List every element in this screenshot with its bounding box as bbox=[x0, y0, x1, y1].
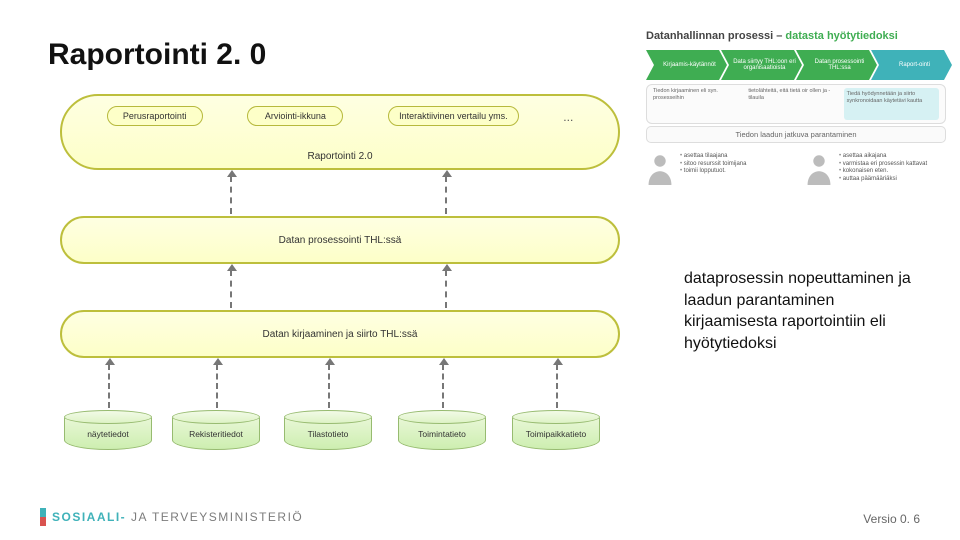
node-more: ... bbox=[563, 106, 573, 124]
logo-part-1: SOSIAALI- bbox=[52, 510, 126, 524]
raportointi2-label: Raportointi 2.0 bbox=[62, 151, 618, 162]
chev-raportointi: Raport-ointi bbox=[871, 50, 952, 80]
subcell-0: Tiedon kirjaaminen eli syn. prosesseihin bbox=[653, 88, 742, 120]
arrow-up-icon bbox=[230, 270, 232, 308]
arrow-up-icon bbox=[556, 364, 558, 408]
person-icon bbox=[805, 153, 833, 190]
person-bullet: toimii lopputuot. bbox=[680, 168, 746, 176]
arrow-up-icon bbox=[108, 364, 110, 408]
node-arviointi: Arviointi-ikkuna bbox=[247, 106, 343, 126]
arrow-up-icon bbox=[445, 270, 447, 308]
improve-bar: Tiedon laadun jatkuva parantaminen bbox=[646, 126, 946, 143]
person-row: asettaa tilaajana sitoo resurssit toimij… bbox=[646, 153, 946, 190]
stage-kirjaaminen: Datan kirjaaminen ja siirto THL:ssä bbox=[60, 310, 620, 358]
person-right: asettaa aikajana varmistaa eri prosessin… bbox=[805, 153, 946, 190]
logo-bar-icon bbox=[40, 508, 46, 526]
chev-kirjaamis: Kirjaamis-käytännöt bbox=[646, 50, 727, 80]
arrow-up-icon bbox=[328, 364, 330, 408]
main-diagram: Perusraportointi Arviointi-ikkuna Intera… bbox=[60, 90, 620, 470]
footer: SOSIAALI- JA TERVEYSMINISTERIÖ Versio 0.… bbox=[0, 508, 960, 526]
page-title: Raportointi 2. 0 bbox=[48, 38, 266, 72]
chev-siirto: Data siirtyy THL:oon eri organisaatioist… bbox=[721, 50, 802, 80]
subshelf: Tiedon kirjaaminen eli syn. prosesseihin… bbox=[646, 84, 946, 124]
node-interaktiivinen: Interaktiivinen vertailu yms. bbox=[388, 106, 519, 126]
person-bullet: varmistaa eri prosessin kattavat bbox=[839, 161, 927, 169]
person-bullet: auttaa päämääriäksi bbox=[839, 176, 927, 184]
logo-part-3: TERVEYSMINISTERIÖ bbox=[152, 510, 303, 524]
stage-prosessointi: Datan prosessointi THL:ssä bbox=[60, 216, 620, 264]
arrow-up-icon bbox=[442, 364, 444, 408]
cylinder-toiminta: Toimintatieto bbox=[398, 410, 486, 450]
cylinder-tilasto: Tilastotieto bbox=[284, 410, 372, 450]
subcell-2: Tiedä hyödynnetään ja siirto synkronoida… bbox=[844, 88, 939, 120]
chevron-row: Kirjaamis-käytännöt Data siirtyy THL:oon… bbox=[646, 50, 946, 80]
cylinder-toimipaikka: Toimipaikkatieto bbox=[512, 410, 600, 450]
person-left: asettaa tilaajana sitoo resurssit toimij… bbox=[646, 153, 787, 190]
node-perusraportointi: Perusraportointi bbox=[107, 106, 203, 126]
subcell-1: tietolähteitä, eitä tietä oir ollen ja -… bbox=[748, 88, 837, 120]
person-bullet: kokonaisen eten. bbox=[839, 168, 927, 176]
inset-title-green: datasta hyötytiedoksi bbox=[785, 30, 897, 42]
version-label: Versio 0. 6 bbox=[863, 512, 920, 526]
cylinder-nayte: näytetiedot bbox=[64, 410, 152, 450]
inset-title: Datanhallinnan prosessi – datasta hyötyt… bbox=[646, 30, 946, 42]
arrow-up-icon bbox=[230, 176, 232, 214]
right-note: dataprosessin nopeuttaminen ja laadun pa… bbox=[684, 268, 920, 354]
inset-title-grey: Datanhallinnan prosessi – bbox=[646, 30, 785, 42]
ministry-logo: SOSIAALI- JA TERVEYSMINISTERIÖ bbox=[40, 508, 303, 526]
logo-part-2: JA bbox=[126, 510, 152, 524]
chev-prosessointi: Datan prosessointi THL:ssa bbox=[796, 50, 877, 80]
person-bullet: asettaa tilaajana bbox=[680, 153, 746, 161]
cylinder-rekisteri: Rekisteritiedot bbox=[172, 410, 260, 450]
arrow-up-icon bbox=[216, 364, 218, 408]
person-bullet: asettaa aikajana bbox=[839, 153, 927, 161]
person-icon bbox=[646, 153, 674, 190]
arrow-up-icon bbox=[445, 176, 447, 214]
stage-raportointi: Perusraportointi Arviointi-ikkuna Intera… bbox=[60, 94, 620, 170]
inset-process: Datanhallinnan prosessi – datasta hyötyt… bbox=[646, 30, 946, 190]
person-bullet: sitoo resurssit toimijana bbox=[680, 161, 746, 169]
